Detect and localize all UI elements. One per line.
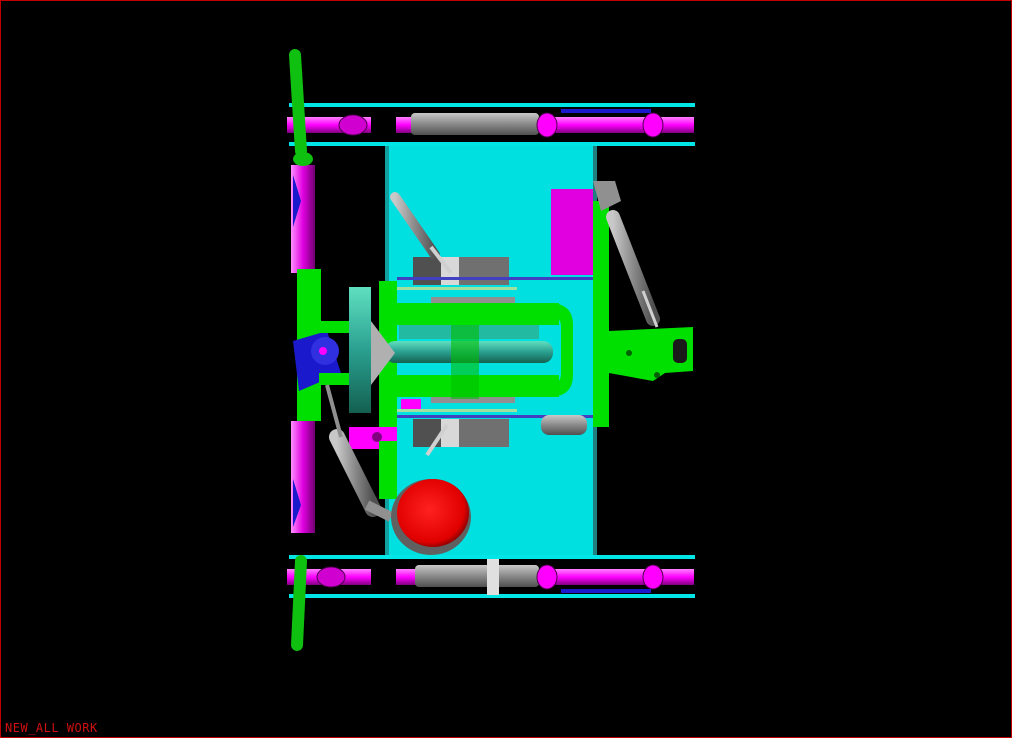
model-name-label: NEW_ALL WORK [5, 721, 98, 735]
bottom-actuator [415, 565, 539, 587]
bottom-track-assembly[interactable] [287, 555, 695, 598]
rear-frame-upright [593, 201, 609, 427]
rear-pink-block [551, 189, 593, 275]
top-actuator [411, 113, 539, 135]
top-rail-upper [289, 103, 695, 107]
gearbox-top-arm [381, 303, 559, 325]
top-track-assembly[interactable] [287, 103, 695, 146]
side-motor [541, 415, 587, 435]
cad-viewport[interactable]: NEW_ALL WORK [0, 0, 1012, 738]
bottom-rail-upper [289, 555, 695, 559]
gearbox-side-tube [349, 287, 371, 413]
top-rail-lower [289, 142, 695, 146]
red-bumper-disc[interactable] [391, 479, 471, 555]
cad-model-view[interactable] [1, 1, 1011, 737]
